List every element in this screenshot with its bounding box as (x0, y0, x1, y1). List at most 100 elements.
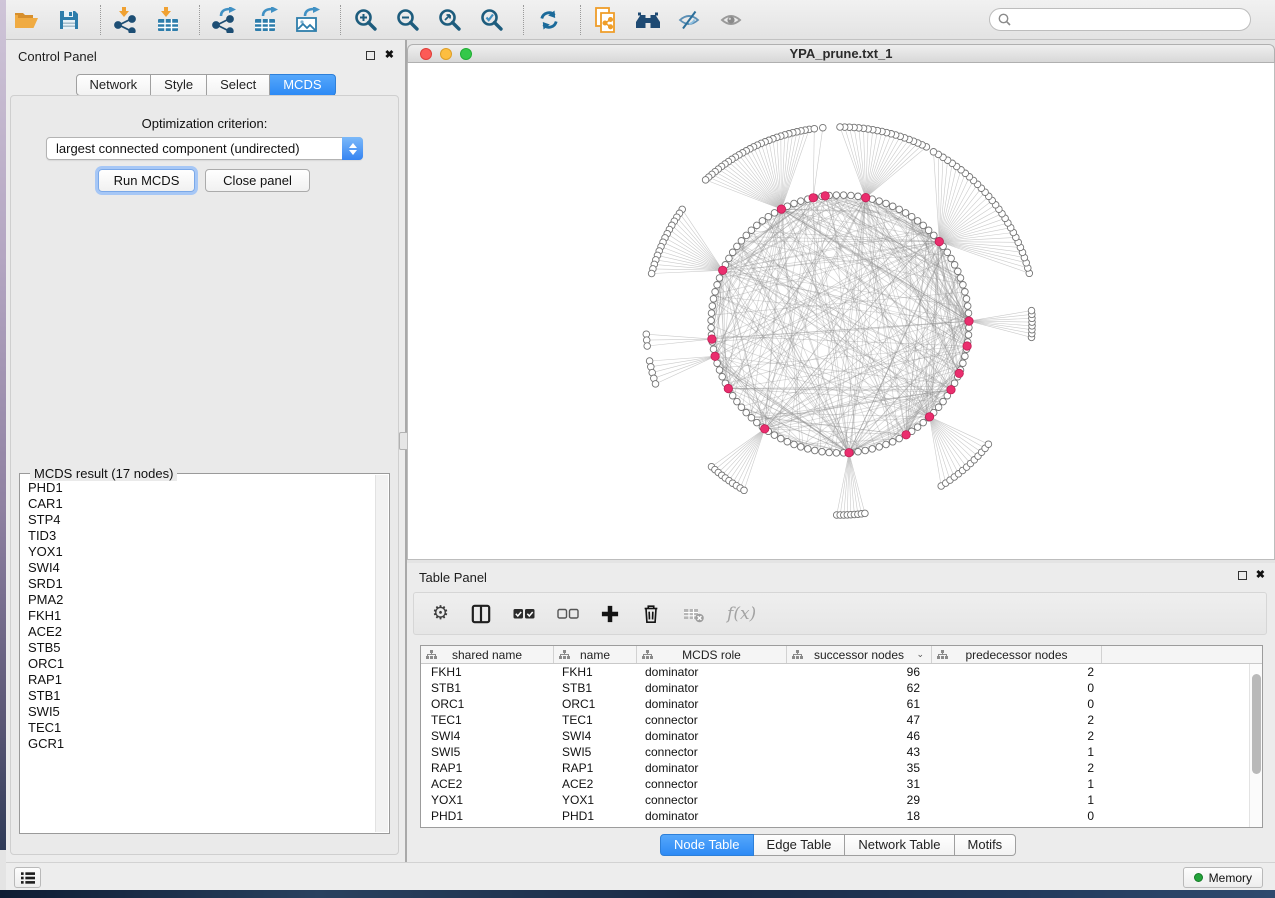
cell-successor-nodes[interactable]: 62 (787, 681, 932, 695)
graph-node[interactable] (738, 404, 745, 411)
graph-node[interactable] (771, 210, 778, 217)
mcds-result-item[interactable]: STB1 (20, 688, 375, 704)
graph-node[interactable] (931, 232, 938, 239)
graph-node[interactable] (734, 243, 741, 250)
graph-node[interactable] (759, 218, 766, 225)
graph-hub-node[interactable] (711, 352, 719, 360)
graph-hub-node[interactable] (809, 194, 817, 202)
graph-node[interactable] (948, 255, 955, 262)
cell-mcds-role[interactable]: dominator (637, 681, 787, 695)
graph-node[interactable] (709, 303, 716, 310)
graph-node[interactable] (960, 282, 967, 289)
mcds-result-item[interactable]: FKH1 (20, 608, 375, 624)
graph-node[interactable] (652, 381, 659, 388)
cell-name[interactable]: ACE2 (554, 777, 637, 791)
tab-style[interactable]: Style (151, 74, 207, 96)
graph-node[interactable] (964, 303, 971, 310)
mcds-result-item[interactable]: TID3 (20, 528, 375, 544)
graph-node[interactable] (708, 317, 715, 324)
task-history-button[interactable] (14, 867, 41, 888)
graph-node[interactable] (833, 450, 840, 457)
cell-mcds-role[interactable]: connector (637, 745, 787, 759)
column-header-name[interactable]: name (554, 646, 637, 663)
duplicate-network-button[interactable] (591, 5, 621, 35)
float-panel-icon[interactable] (366, 51, 375, 60)
graph-node[interactable] (712, 289, 719, 296)
graph-node[interactable] (920, 419, 927, 426)
zoom-out-button[interactable] (393, 5, 423, 35)
close-panel-icon[interactable]: ✖ (385, 50, 394, 61)
graph-node[interactable] (840, 192, 847, 199)
graph-node[interactable] (778, 435, 785, 442)
optimization-criterion-dropdown[interactable]: largest connected component (undirected) (46, 137, 363, 160)
cell-shared-name[interactable]: RAP1 (421, 761, 554, 775)
cell-predecessor-nodes[interactable]: 1 (932, 777, 1102, 791)
graph-node[interactable] (738, 238, 745, 245)
cell-name[interactable]: ORC1 (554, 697, 637, 711)
cell-shared-name[interactable]: STB1 (421, 681, 554, 695)
graph-node[interactable] (848, 192, 855, 199)
first-neighbors-button[interactable] (633, 5, 663, 35)
table-row[interactable]: RAP1RAP1dominator352 (421, 760, 1262, 776)
mcds-result-item[interactable]: CAR1 (20, 496, 375, 512)
cell-name[interactable]: STB1 (554, 681, 637, 695)
cell-name[interactable]: YOX1 (554, 793, 637, 807)
graph-node[interactable] (914, 424, 921, 431)
mcds-result-item[interactable]: ACE2 (20, 624, 375, 640)
tab-network[interactable]: Network (75, 74, 151, 96)
cell-mcds-role[interactable]: connector (637, 713, 787, 727)
table-row[interactable]: SWI5SWI5connector431 (421, 744, 1262, 760)
mcds-result-item[interactable]: STP4 (20, 512, 375, 528)
cell-mcds-role[interactable]: dominator (637, 729, 787, 743)
graph-node[interactable] (765, 213, 772, 220)
table-settings-button[interactable]: ⚙ (432, 601, 449, 627)
graph-node[interactable] (883, 200, 890, 207)
mcds-result-item[interactable]: PHD1 (20, 480, 375, 496)
cell-name[interactable]: SWI5 (554, 745, 637, 759)
graph-hub-node[interactable] (708, 335, 716, 343)
table-scrollbar[interactable] (1249, 664, 1262, 827)
show-all-button[interactable] (717, 5, 747, 35)
search-input[interactable] (1016, 11, 1250, 29)
cell-successor-nodes[interactable]: 18 (787, 809, 932, 823)
graph-hub-node[interactable] (724, 384, 732, 392)
cell-predecessor-nodes[interactable]: 2 (932, 713, 1102, 727)
graph-node[interactable] (710, 296, 717, 303)
graph-node[interactable] (896, 206, 903, 213)
graph-hub-node[interactable] (902, 431, 910, 439)
graph-node[interactable] (771, 432, 778, 439)
graph-node[interactable] (889, 203, 896, 210)
graph-node[interactable] (702, 177, 709, 184)
table-row[interactable]: FKH1FKH1dominator962 (421, 664, 1262, 680)
table-row[interactable]: ORC1ORC1dominator610 (421, 696, 1262, 712)
graph-node[interactable] (883, 441, 890, 448)
graph-hub-node[interactable] (821, 192, 829, 200)
graph-node[interactable] (754, 222, 761, 229)
tab-mcds[interactable]: MCDS (270, 74, 335, 96)
graph-hub-node[interactable] (862, 193, 870, 201)
mcds-result-item[interactable]: ORC1 (20, 656, 375, 672)
open-button[interactable] (12, 5, 42, 35)
graph-hub-node[interactable] (947, 386, 955, 394)
network-canvas[interactable] (407, 63, 1275, 560)
graph-node[interactable] (876, 198, 883, 205)
graph-node[interactable] (855, 448, 862, 455)
graph-node[interactable] (726, 255, 733, 262)
graph-node[interactable] (791, 441, 798, 448)
graph-node[interactable] (862, 510, 869, 517)
graph-node[interactable] (896, 435, 903, 442)
graph-node[interactable] (940, 398, 947, 405)
graph-node[interactable] (719, 373, 726, 380)
tab-edge-table[interactable]: Edge Table (754, 834, 846, 856)
run-mcds-button[interactable]: Run MCDS (98, 169, 195, 192)
mcds-result-item[interactable]: YOX1 (20, 544, 375, 560)
column-header-successor-nodes[interactable]: successor nodes⌄ (787, 646, 932, 663)
graph-node[interactable] (716, 275, 723, 282)
cell-name[interactable]: TEC1 (554, 713, 637, 727)
graph-node[interactable] (798, 444, 805, 451)
mcds-result-item[interactable]: STB5 (20, 640, 375, 656)
graph-node[interactable] (714, 360, 721, 367)
graph-node[interactable] (791, 200, 798, 207)
delete-button[interactable] (641, 601, 661, 627)
graph-node[interactable] (930, 149, 937, 156)
